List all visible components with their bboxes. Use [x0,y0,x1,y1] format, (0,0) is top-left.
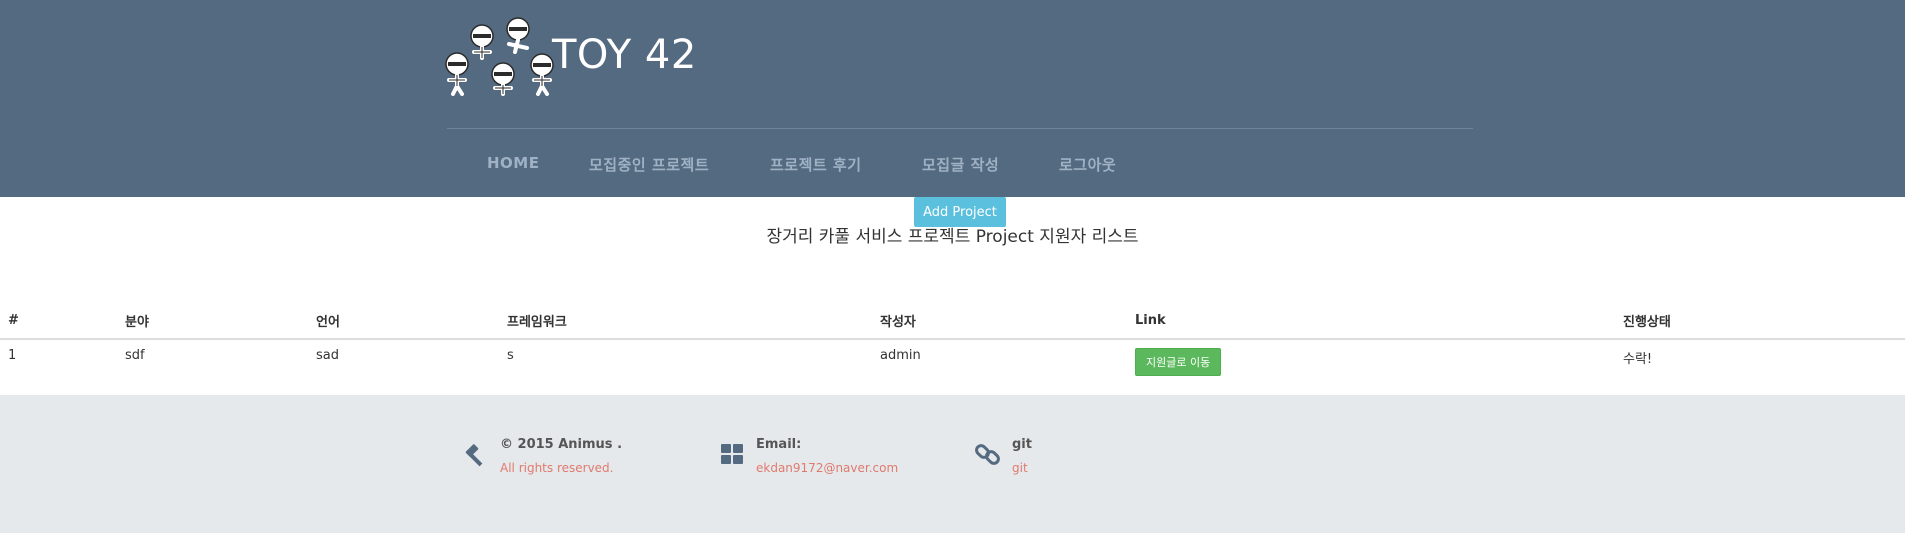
column-header-number: # [0,303,117,340]
site-header: TOY 42 HOME 모집중인 프로젝트 프로젝트 후기 모집글 작성 로그아… [0,0,1905,197]
applicant-table: # 분야 언어 프레임워크 작성자 Link 진행상태 1 sdf sad s … [0,303,1905,384]
link-icon [975,444,1000,465]
brand[interactable]: TOY 42 [443,14,696,98]
grid-icon [721,444,743,464]
cell-language: sad [316,348,339,363]
column-header-framework: 프레임워크 [499,303,872,340]
table-header-row: # 분야 언어 프레임워크 작성자 Link 진행상태 [0,303,1905,340]
cell-status: 수락! [1623,352,1653,367]
git-link[interactable]: git [1012,461,1028,475]
cell-link: 지원글로 이동 [1127,339,1615,384]
brand-title: TOY 42 [552,32,697,78]
email-link[interactable]: ekdan9172@naver.com [756,461,898,475]
gavel-icon [465,444,483,467]
column-header-link: Link [1127,303,1615,340]
column-header-status: 진행상태 [1615,303,1905,340]
column-header-author: 작성자 [872,303,1127,340]
rights-text: All rights reserved. [500,461,614,475]
page-title: 장거리 카풀 서비스 프로젝트 Project 지원자 리스트 [766,227,1139,247]
email-label: Email: [756,437,802,452]
copyright-text: © 2015 Animus . [500,437,623,452]
nav-item-home[interactable]: HOME [487,154,539,172]
column-header-field: 분야 [117,303,308,340]
nav-item-write-post[interactable]: 모집글 작성 [922,154,999,175]
column-header-language: 언어 [308,303,499,340]
ninja-group-logo-icon [445,17,554,96]
go-to-application-button[interactable]: 지원글로 이동 [1135,348,1222,376]
cell-author: admin [880,348,921,363]
site-footer: © 2015 Animus . All rights reserved. Ema… [0,395,1905,533]
cell-field: sdf [125,348,145,363]
nav-item-recruiting-projects[interactable]: 모집중인 프로젝트 [589,154,709,175]
nav-divider [447,128,1473,129]
git-label: git [1012,437,1032,452]
cell-number: 1 [8,348,17,363]
cell-framework: s [507,348,514,363]
table-row: 1 sdf sad s admin 지원글로 이동 수락! [0,339,1905,384]
nav-item-logout[interactable]: 로그아웃 [1059,154,1116,175]
nav-item-project-reviews[interactable]: 프로젝트 후기 [770,154,862,175]
